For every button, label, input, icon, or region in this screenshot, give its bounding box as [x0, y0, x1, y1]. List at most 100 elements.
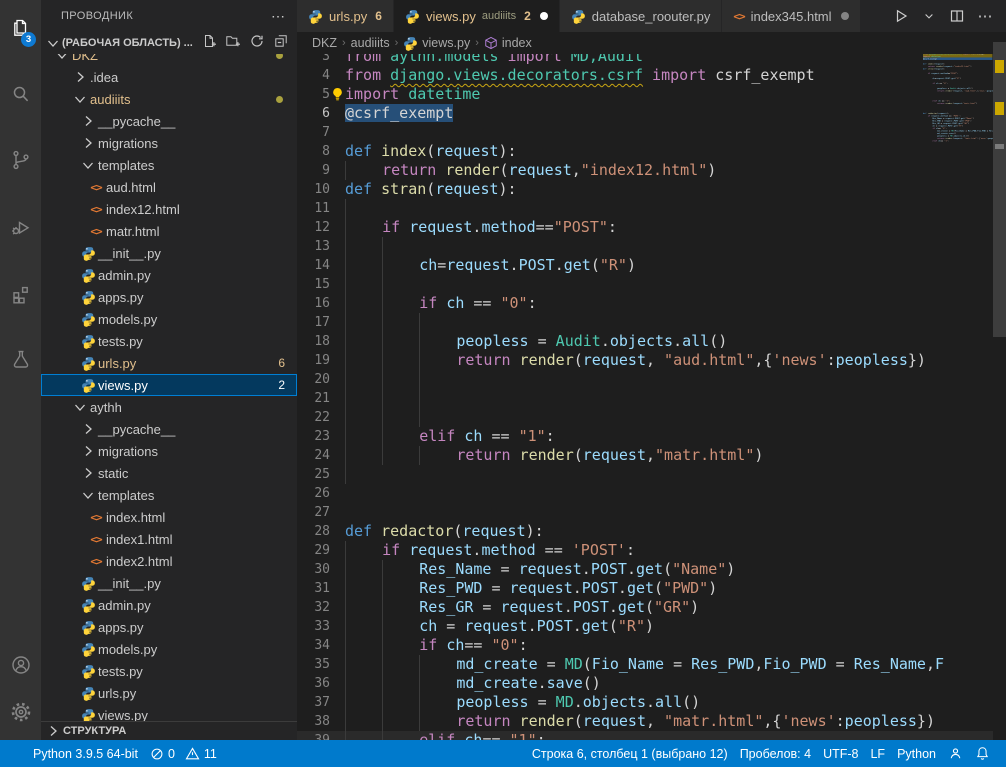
scrollbar-thumb[interactable]	[993, 42, 1006, 337]
account-icon[interactable]	[0, 645, 41, 685]
tree-item--idea[interactable]: .idea	[41, 66, 297, 88]
tree-item-aud-html[interactable]: <>aud.html	[41, 176, 297, 198]
extensions-icon[interactable]	[0, 275, 41, 315]
eol-status[interactable]: LF	[864, 747, 891, 761]
settings-gear-icon[interactable]	[0, 692, 41, 732]
python-interpreter-status[interactable]: Python 3.9.5 64-bit	[27, 747, 144, 761]
tree-item-migrations[interactable]: migrations	[41, 440, 297, 462]
code-line-22[interactable]: 22	[297, 408, 993, 427]
tab-database-roouter-py[interactable]: database_roouter.py	[560, 0, 723, 32]
new-folder-icon[interactable]	[225, 33, 241, 54]
tree-item-apps-py[interactable]: apps.py	[41, 616, 297, 638]
code-line-7[interactable]: 7	[297, 123, 993, 142]
run-and-debug-icon[interactable]	[0, 208, 41, 248]
tree-item--init-py[interactable]: __init__.py	[41, 242, 297, 264]
testing-icon[interactable]	[0, 340, 41, 380]
code-line-33[interactable]: 33ch = request.POST.get("R")	[297, 617, 993, 636]
search-icon[interactable]	[0, 75, 41, 115]
tree-item--init-py[interactable]: __init__.py	[41, 572, 297, 594]
tree-item-templates[interactable]: templates	[41, 154, 297, 176]
code-line-27[interactable]: 27	[297, 503, 993, 522]
problems-status[interactable]: 0 11	[144, 746, 223, 761]
tree-item-admin-py[interactable]: admin.py	[41, 264, 297, 286]
tree-item-apps-py[interactable]: apps.py	[41, 286, 297, 308]
minimap[interactable]: from aythh.models import MD,Auditfrom dj…	[923, 50, 993, 160]
breadcrumb-item-audiiits[interactable]: audiiits	[351, 36, 390, 50]
more-actions-icon[interactable]: ⋯	[974, 5, 996, 27]
code-line-34[interactable]: 34if ch== "0":	[297, 636, 993, 655]
breadcrumb-item-index-symbol[interactable]: index	[484, 36, 532, 50]
tree-item-index2-html[interactable]: <>index2.html	[41, 550, 297, 572]
code-line-8[interactable]: 8def index(request):	[297, 142, 993, 161]
code-line-37[interactable]: 37peopless = MD.objects.all()	[297, 693, 993, 712]
dirty-dot-icon[interactable]	[841, 12, 849, 20]
code-line-13[interactable]: 13	[297, 237, 993, 256]
dirty-dot-icon[interactable]	[540, 12, 548, 20]
tree-item-models-py[interactable]: models.py	[41, 308, 297, 330]
cursor-position-status[interactable]: Строка 6, столбец 1 (выбрано 12)	[526, 747, 734, 761]
code-line-4[interactable]: 4from django.views.decorators.csrf impor…	[297, 66, 993, 85]
code-line-36[interactable]: 36md_create.save()	[297, 674, 993, 693]
run-dropdown-chevron-icon[interactable]	[918, 5, 940, 27]
code-line-17[interactable]: 17	[297, 313, 993, 332]
tree-item-views-py[interactable]: views.py2	[41, 374, 297, 396]
code-editor[interactable]: 3from aythh.models import MD,Audit4from …	[297, 0, 993, 740]
tree-item-index-html[interactable]: <>index.html	[41, 506, 297, 528]
code-line-10[interactable]: 10def stran(request):	[297, 180, 993, 199]
code-line-11[interactable]: 11	[297, 199, 993, 218]
code-line-30[interactable]: 30Res_Name = request.POST.get("Name")	[297, 560, 993, 579]
code-line-20[interactable]: 20	[297, 370, 993, 389]
collapse-all-icon[interactable]	[273, 33, 289, 54]
breadcrumb-item-viewspy[interactable]: views.py	[403, 36, 470, 51]
breadcrumb-item-dkz[interactable]: DKZ	[312, 36, 337, 50]
tab-views-py[interactable]: views.py audiiits 2	[394, 0, 560, 32]
tree-item-templates[interactable]: templates	[41, 484, 297, 506]
code-line-28[interactable]: 28def redactor(request):	[297, 522, 993, 541]
indentation-status[interactable]: Пробелов: 4	[734, 747, 817, 761]
code-line-18[interactable]: 18peopless = Audit.objects.all()	[297, 332, 993, 351]
language-mode-status[interactable]: Python	[891, 747, 942, 761]
explorer-more-actions[interactable]: ⋯	[271, 8, 285, 25]
feedback-icon[interactable]	[942, 746, 969, 761]
code-line-19[interactable]: 19return render(request, "aud.html",{'ne…	[297, 351, 993, 370]
new-file-icon[interactable]	[201, 33, 217, 54]
code-line-5[interactable]: 5import datetime	[297, 85, 993, 104]
tree-item--pycache-[interactable]: __pycache__	[41, 418, 297, 440]
code-line-39[interactable]: 39elif ch== "1":	[297, 731, 993, 740]
code-line-21[interactable]: 21	[297, 389, 993, 408]
code-line-32[interactable]: 32Res_GR = request.POST.get("GR")	[297, 598, 993, 617]
source-control-icon[interactable]	[0, 140, 41, 180]
tree-item-index12-html[interactable]: <>index12.html	[41, 198, 297, 220]
tree-item-models-py[interactable]: models.py	[41, 638, 297, 660]
notifications-bell-icon[interactable]	[969, 746, 996, 761]
tree-item-tests-py[interactable]: tests.py	[41, 660, 297, 682]
refresh-icon[interactable]	[249, 33, 265, 54]
lightbulb-icon[interactable]	[331, 87, 344, 107]
code-line-23[interactable]: 23elif ch == "1":	[297, 427, 993, 446]
tab-index345-html[interactable]: <> index345.html	[722, 0, 860, 32]
code-line-12[interactable]: 12if request.method=="POST":	[297, 218, 993, 237]
tree-item-urls-py[interactable]: urls.py6	[41, 352, 297, 374]
tree-item-static[interactable]: static	[41, 462, 297, 484]
tree-item-index1-html[interactable]: <>index1.html	[41, 528, 297, 550]
editor-scrollbar[interactable]	[993, 32, 1006, 740]
explorer-icon[interactable]: 3	[0, 8, 41, 48]
workspace-section-header[interactable]: (РАБОЧАЯ ОБЛАСТЬ) ...	[41, 32, 297, 54]
code-line-26[interactable]: 26	[297, 484, 993, 503]
code-line-29[interactable]: 29if request.method == 'POST':	[297, 541, 993, 560]
code-line-9[interactable]: 9return render(request,"index12.html")	[297, 161, 993, 180]
code-line-38[interactable]: 38return render(request, "matr.html",{'n…	[297, 712, 993, 731]
tree-item-migrations[interactable]: migrations	[41, 132, 297, 154]
code-line-35[interactable]: 35md_create = MD(Fio_Name = Res_PWD,Fio_…	[297, 655, 993, 674]
code-line-31[interactable]: 31Res_PWD = request.POST.get("PWD")	[297, 579, 993, 598]
tree-item-urls-py[interactable]: urls.py	[41, 682, 297, 704]
tree-item-tests-py[interactable]: tests.py	[41, 330, 297, 352]
code-line-15[interactable]: 15	[297, 275, 993, 294]
tree-item--pycache-[interactable]: __pycache__	[41, 110, 297, 132]
tree-item-matr-html[interactable]: <>matr.html	[41, 220, 297, 242]
code-line-25[interactable]: 25	[297, 465, 993, 484]
encoding-status[interactable]: UTF-8	[817, 747, 864, 761]
split-editor-icon[interactable]	[946, 5, 968, 27]
code-line-24[interactable]: 24return render(request,"matr.html")	[297, 446, 993, 465]
code-line-14[interactable]: 14ch=request.POST.get("R")	[297, 256, 993, 275]
